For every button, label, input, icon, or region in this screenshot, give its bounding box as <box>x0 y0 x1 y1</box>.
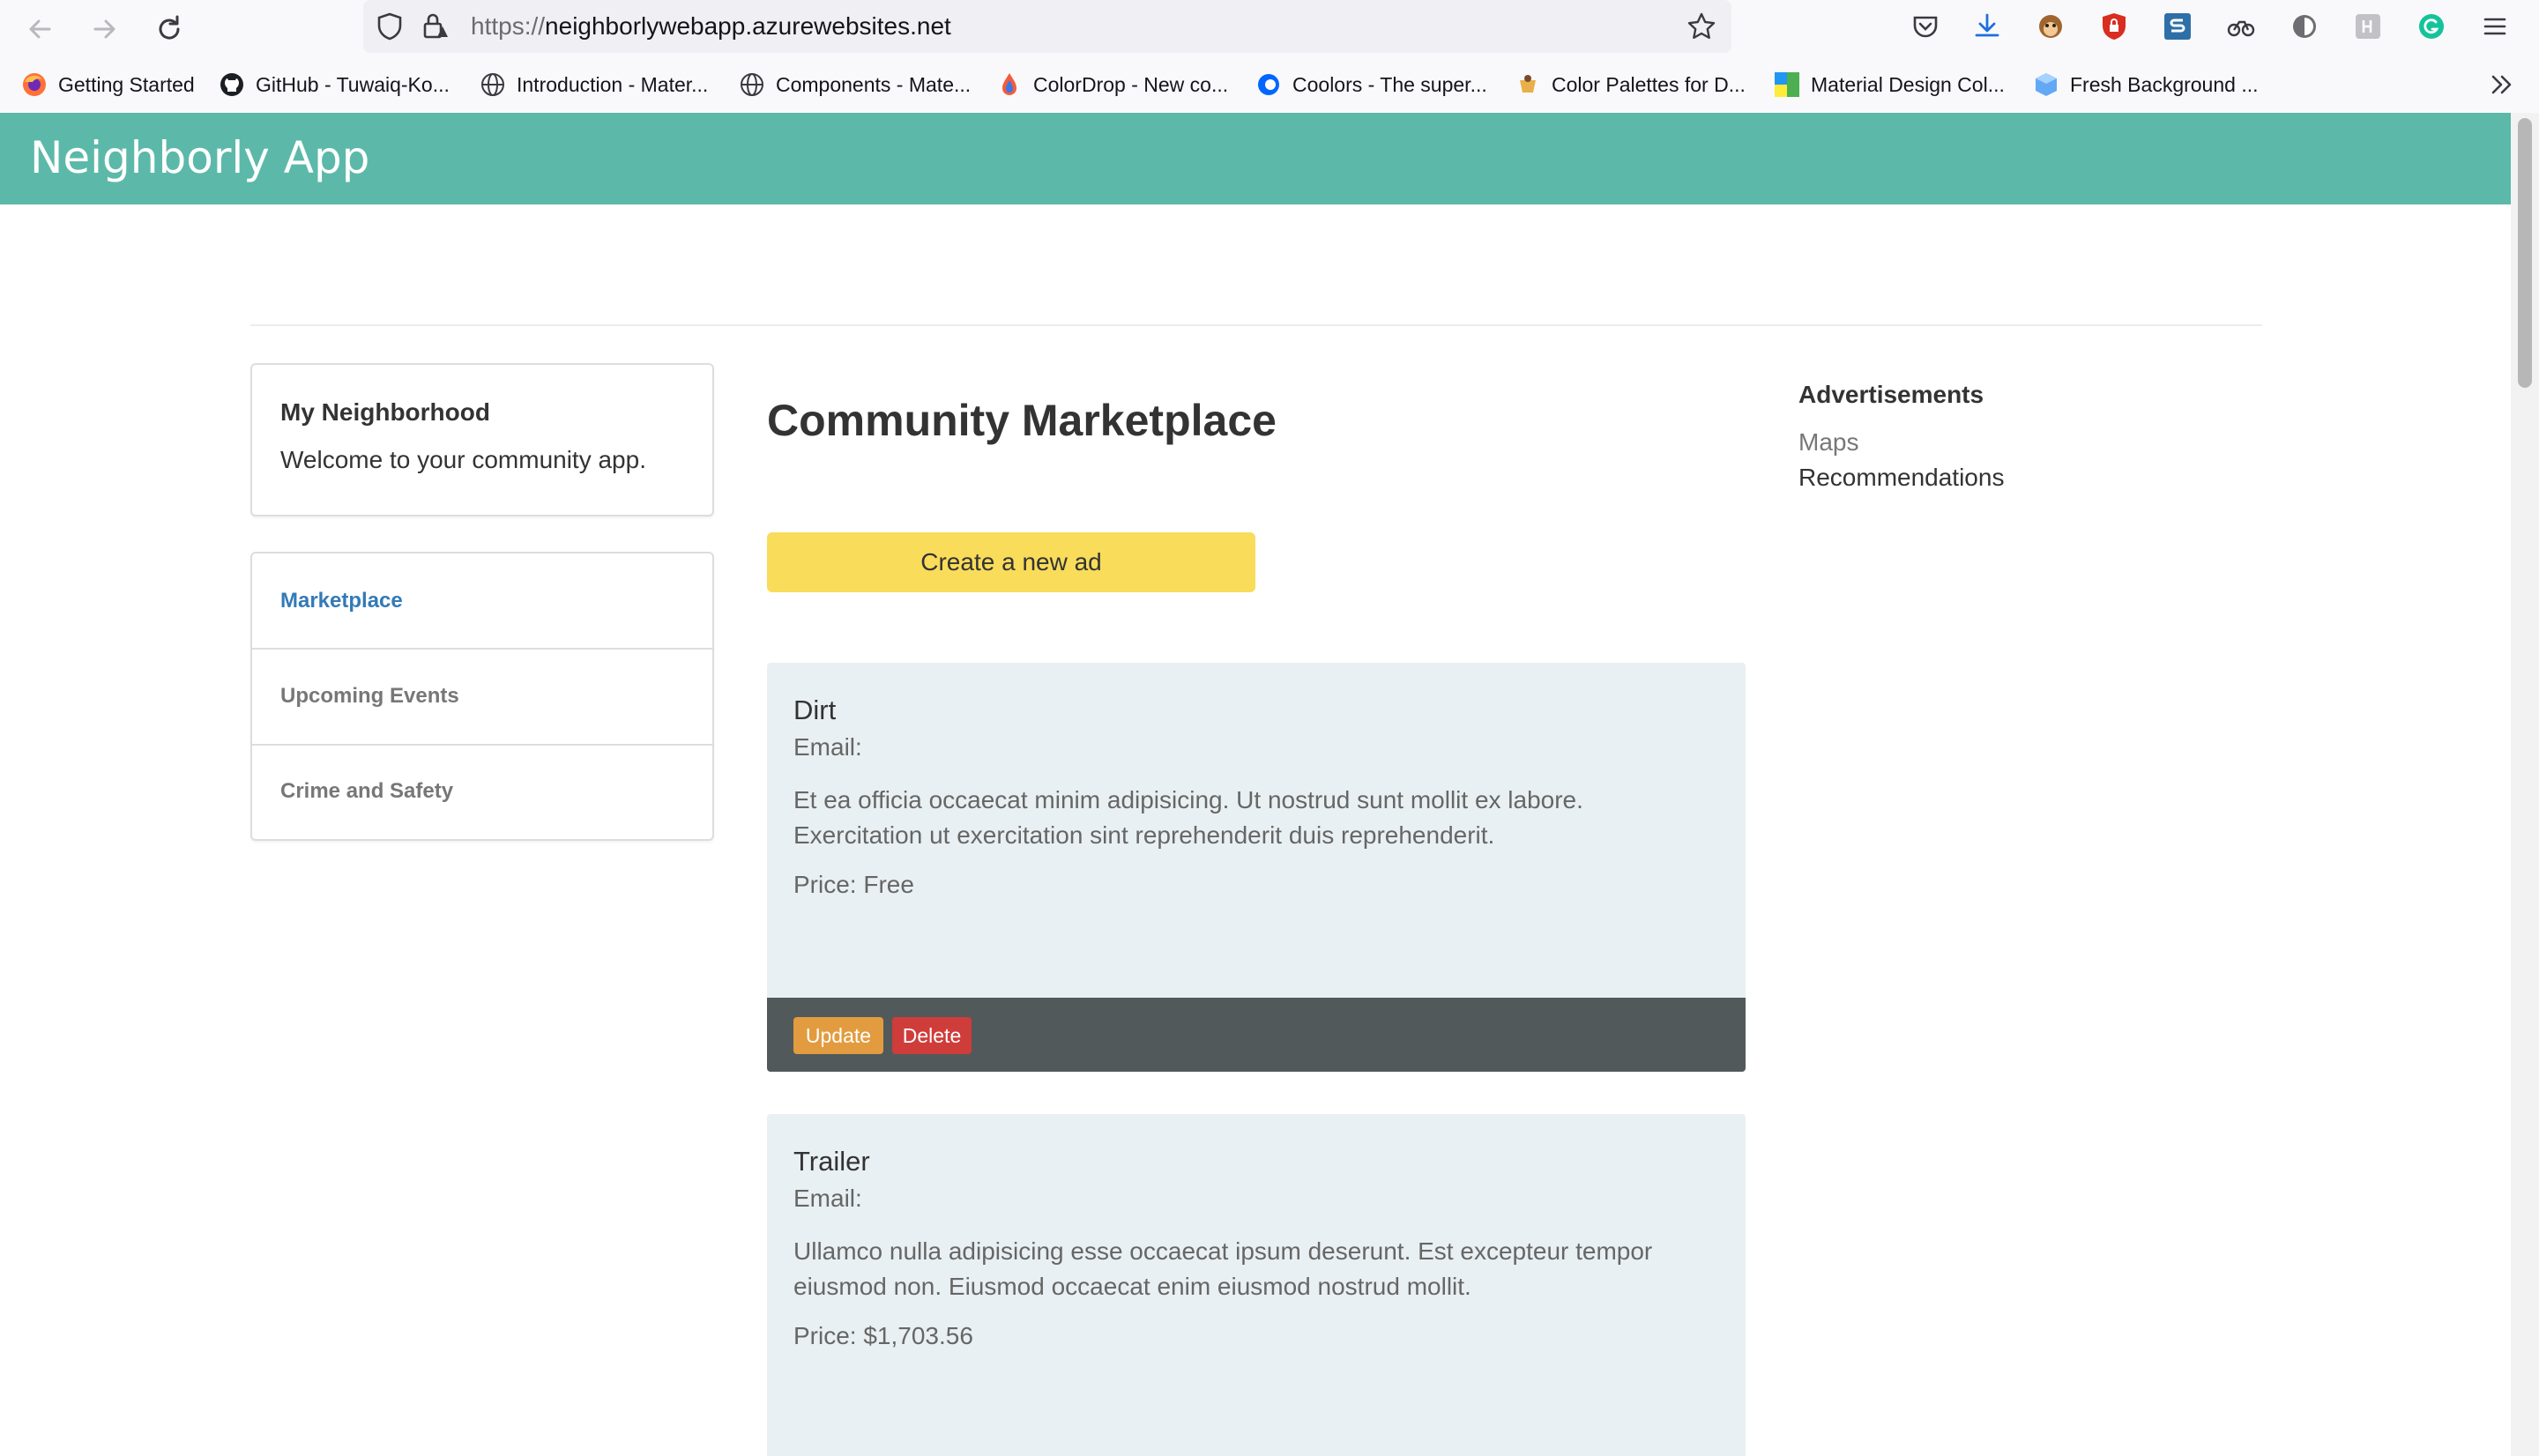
bookmark-getting-started[interactable]: Getting Started <box>21 67 195 102</box>
square-extension-icon[interactable] <box>2352 11 2384 42</box>
browser-toolbar: https://neighborlywebapp.azurewebsites.n… <box>0 0 2539 58</box>
ad-link-recommendations[interactable]: Recommendations <box>1798 464 2004 492</box>
update-button[interactable]: Update <box>793 1017 883 1054</box>
ad-title: Trailer <box>793 1146 870 1177</box>
bookmark-label: ColorDrop - New co... <box>1033 72 1229 96</box>
ad-description: Ullamco nulla adipisicing esse occaecat … <box>793 1237 1653 1300</box>
globe-icon <box>741 73 763 96</box>
pocket-icon[interactable] <box>1910 11 1941 42</box>
forward-icon[interactable] <box>86 11 122 47</box>
bookmarks-bar: Getting Started GitHub - Tuwaiq-Ko... In… <box>0 58 2539 115</box>
github-icon <box>220 73 243 96</box>
bookmark-color-palettes[interactable]: Color Palettes for D... <box>1515 67 1746 102</box>
globe-icon <box>481 73 504 96</box>
bookmark-star-icon[interactable] <box>1686 11 1717 42</box>
nav-item-label: Upcoming Events <box>280 684 459 708</box>
bookmark-coolors[interactable]: Coolors - The super... <box>1255 67 1487 102</box>
ad-card: Trailer Email: Ullamco nulla adipisicing… <box>767 1114 1746 1456</box>
advertisements-title: Advertisements <box>1798 381 1984 408</box>
intro-title: My Neighborhood <box>280 398 490 426</box>
ad-email: Email: <box>793 733 862 761</box>
url-scheme: https:// <box>471 12 546 40</box>
download-icon[interactable] <box>1971 11 2003 42</box>
url-host: neighborlywebapp.azurewebsites.net <box>545 12 951 40</box>
delete-button[interactable]: Delete <box>892 1017 972 1054</box>
lock-warning-icon[interactable] <box>420 11 451 42</box>
reload-icon[interactable] <box>152 11 187 47</box>
bookmark-label: Getting Started <box>58 72 195 96</box>
bookmark-colordrop[interactable]: ColorDrop - New co... <box>996 67 1228 102</box>
app-title[interactable]: Neighborly App <box>30 132 369 183</box>
bike-extension-icon[interactable] <box>2225 11 2257 42</box>
nav-item-marketplace[interactable]: Marketplace <box>252 553 712 649</box>
scrollbar[interactable] <box>2511 113 2539 1456</box>
intro-panel: My Neighborhood Welcome to your communit… <box>250 363 714 516</box>
bookmark-introduction[interactable]: Introduction - Mater... <box>480 67 708 102</box>
bookmark-github[interactable]: GitHub - Tuwaiq-Ko... <box>219 67 450 102</box>
ad-card-footer: Update Delete <box>767 998 1746 1072</box>
shield-extension-icon[interactable] <box>2098 11 2130 42</box>
nav-list: Marketplace Upcoming Events Crime and Sa… <box>250 552 714 841</box>
ad-link-maps[interactable]: Maps <box>1798 428 1858 457</box>
bookmark-label: Color Palettes for D... <box>1552 72 1746 96</box>
background-icon <box>2036 73 2057 96</box>
bookmark-label: Components - Mate... <box>776 72 972 96</box>
ad-title: Dirt <box>793 695 837 725</box>
s-extension-icon[interactable] <box>2162 11 2193 42</box>
chevron-right-double-icon[interactable] <box>2486 69 2518 100</box>
nav-item-upcoming-events[interactable]: Upcoming Events <box>252 649 712 744</box>
bookmark-label: Material Design Col... <box>1811 72 2005 96</box>
circle-extension-icon[interactable] <box>2289 11 2320 42</box>
nav-item-label: Marketplace <box>280 589 403 613</box>
ad-price: Price: $1,703.56 <box>793 1322 973 1349</box>
firefox-icon <box>23 73 46 96</box>
ad-price: Price: Free <box>793 871 914 898</box>
url-bar[interactable]: https://neighborlywebapp.azurewebsites.n… <box>363 0 1731 53</box>
bookmark-label: Fresh Background ... <box>2070 72 2259 96</box>
ad-card: Dirt Email: Et ea officia occaecat minim… <box>767 663 1746 1072</box>
scrollbar-thumb[interactable] <box>2518 118 2532 388</box>
colordrop-icon <box>1002 73 1016 95</box>
palette-icon <box>1520 75 1536 93</box>
bookmark-components[interactable]: Components - Mate... <box>739 67 971 102</box>
ad-description: Et ea officia occaecat minim adipisicing… <box>793 786 1583 849</box>
monkey-extension-icon[interactable] <box>2035 11 2066 42</box>
grammarly-icon[interactable] <box>2416 11 2447 42</box>
coolors-icon <box>1258 74 1279 95</box>
bookmark-label: Introduction - Mater... <box>517 72 709 96</box>
tracking-shield-icon[interactable] <box>374 11 406 42</box>
page-viewport: Neighborly App My Neighborhood Welcome t… <box>0 113 2511 1456</box>
nav-item-crime-and-safety[interactable]: Crime and Safety <box>252 744 712 839</box>
page-title: Community Marketplace <box>767 396 1277 445</box>
url-text[interactable]: https://neighborlywebapp.azurewebsites.n… <box>471 12 951 41</box>
app-header: Neighborly App <box>0 113 2511 204</box>
material-colors-icon <box>1775 72 1799 97</box>
ad-email: Email: <box>793 1185 862 1212</box>
bookmark-fresh-background[interactable]: Fresh Background ... <box>2033 67 2259 102</box>
back-icon[interactable] <box>23 11 58 47</box>
create-ad-button[interactable]: Create a new ad <box>767 532 1255 592</box>
bookmark-label: Coolors - The super... <box>1292 72 1487 96</box>
intro-text: Welcome to your community app. <box>280 446 646 473</box>
nav-item-label: Crime and Safety <box>280 779 454 803</box>
menu-icon[interactable] <box>2479 11 2511 42</box>
bookmark-label: GitHub - Tuwaiq-Ko... <box>256 72 450 96</box>
bookmark-material-design-colors[interactable]: Material Design Col... <box>1774 67 2005 102</box>
divider <box>250 324 2262 326</box>
